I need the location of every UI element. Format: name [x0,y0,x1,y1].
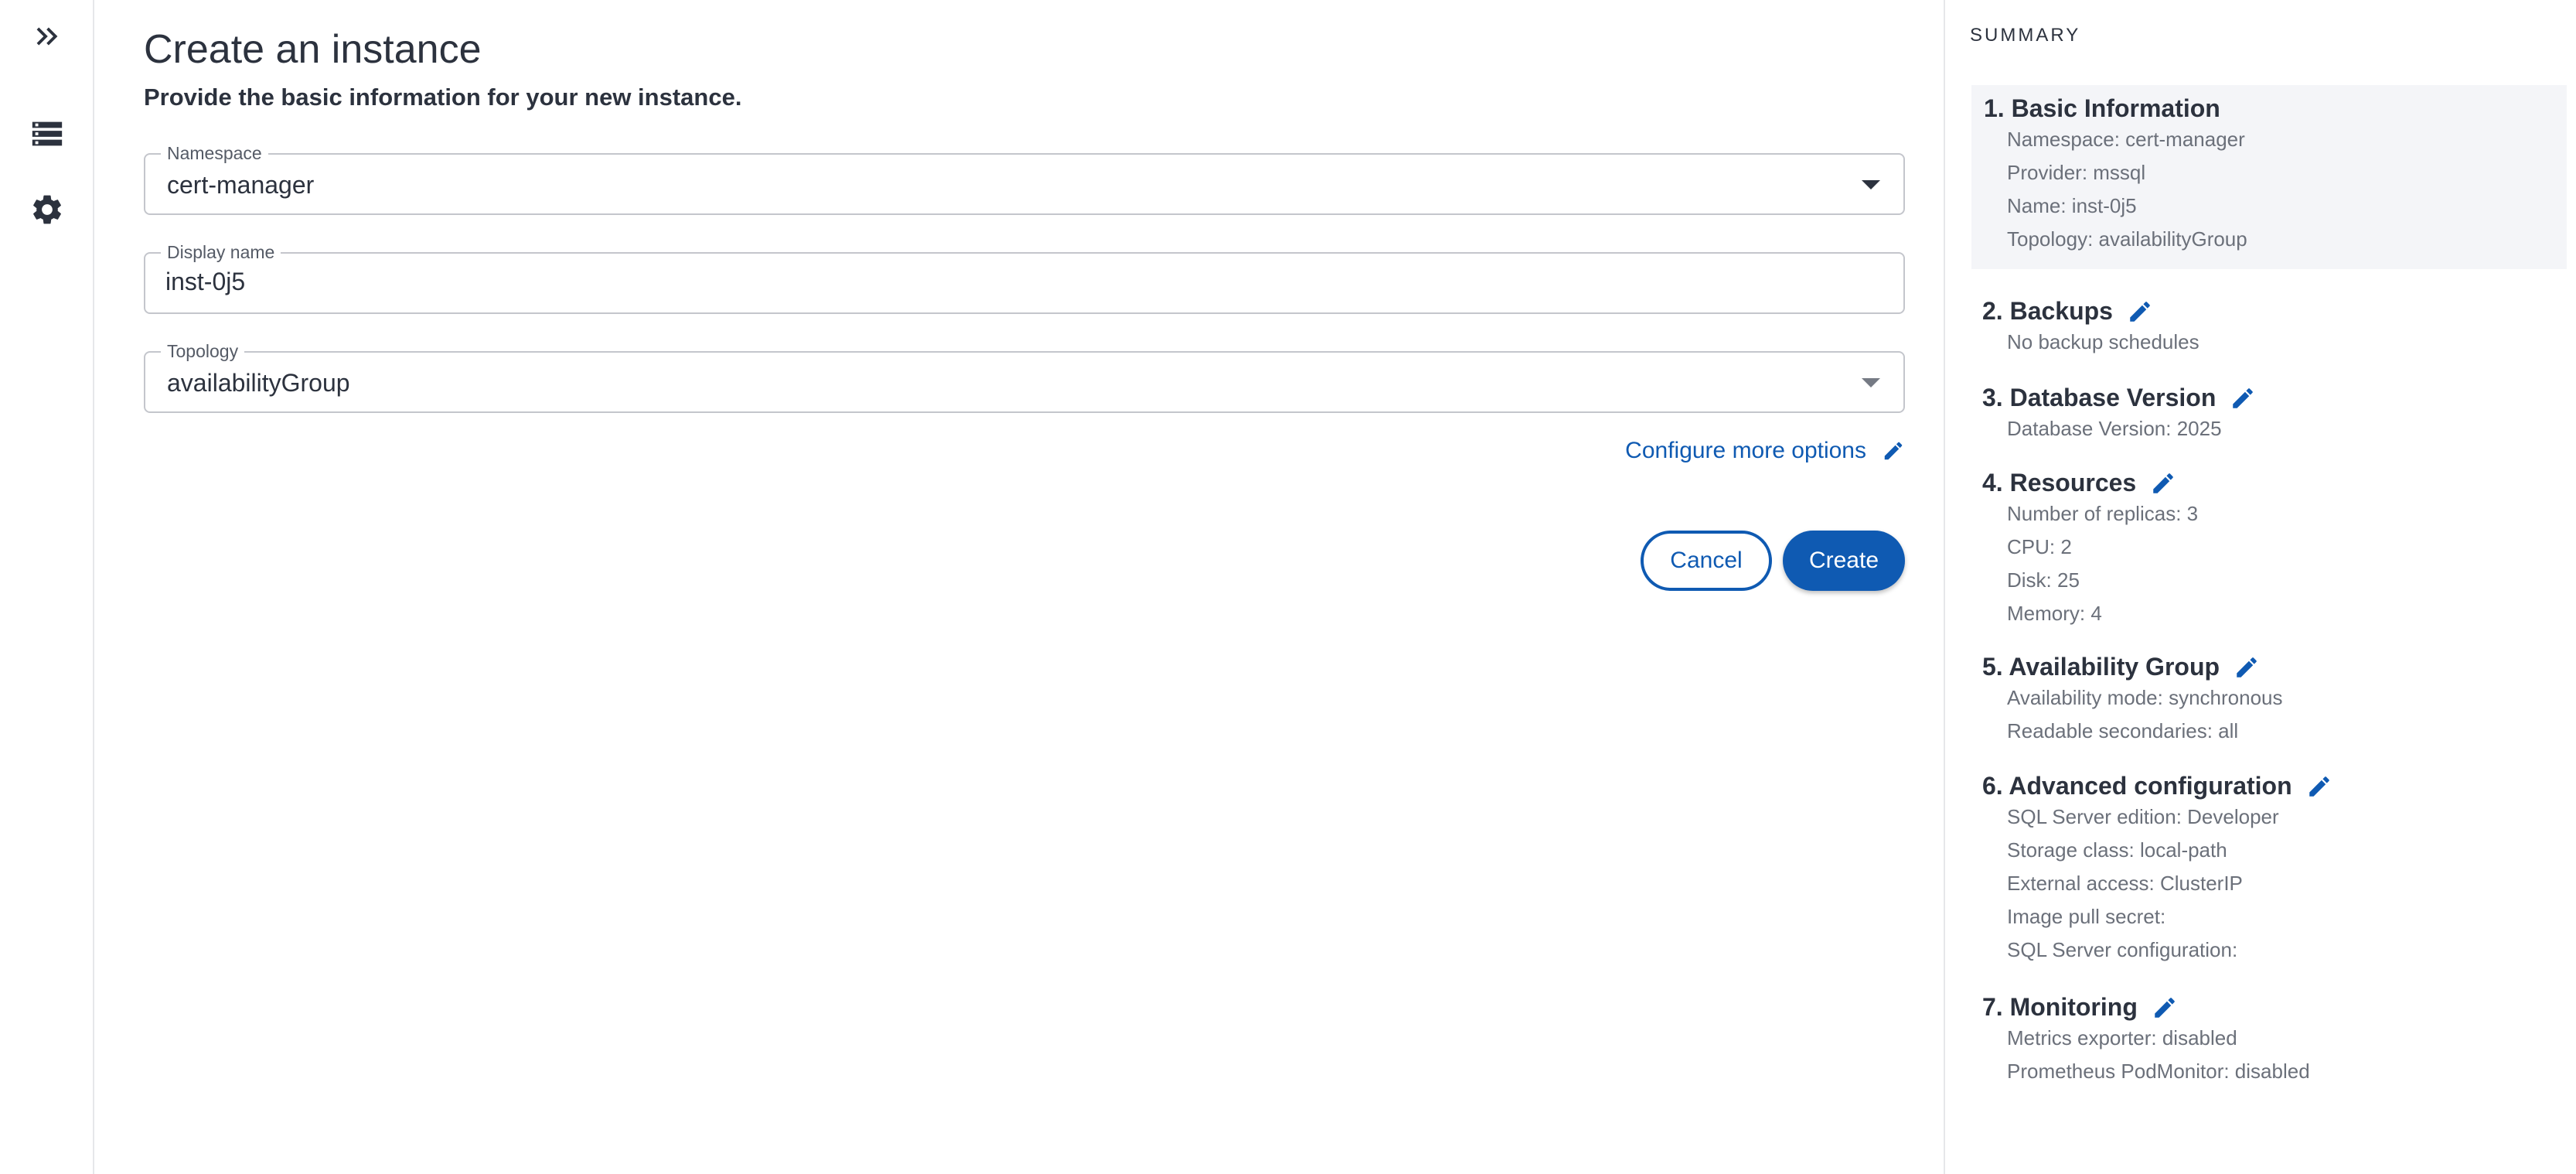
expand-rail-button[interactable] [22,11,73,62]
section-line: Database Version: 2025 [2007,417,2222,440]
section-line: Readable secondaries: all [2007,719,2239,742]
display-name-label: Display name [161,241,281,263]
section-line: CPU: 2 [2007,535,2072,558]
section-line: Number of replicas: 3 [2007,502,2199,525]
configure-more-options-label: Configure more options [1625,438,1866,463]
settings-nav-button[interactable] [22,184,73,235]
namespace-label: Namespace [161,142,268,164]
create-instance-form: Create an instance Provide the basic inf… [94,0,1944,1174]
section-title: 1. Basic Information [1984,94,2220,122]
pencil-icon [1884,442,1903,460]
section-title: 4. Resources [1982,469,2137,497]
section-line: SQL Server edition: Developer [2007,805,2279,828]
summary-section-database-version: 3. Database Version Database Version: 20… [1971,384,2567,445]
section-title: 2. Backups [1982,297,2113,325]
summary-section-resources: 4. Resources Number of replicas: 3 CPU: … [1971,469,2567,630]
display-name-field: Display name [144,241,1905,314]
pencil-icon[interactable] [2306,773,2332,800]
pencil-icon[interactable] [2150,470,2176,497]
section-title: 5. Availability Group [1982,653,2220,681]
summary-section-availability-group: 5. Availability Group Availability mode:… [1971,653,2567,748]
list-icon [32,121,63,146]
section-line: Prometheus PodMonitor: disabled [2007,1060,2310,1083]
section-line: Availability mode: synchronous [2007,686,2283,709]
topology-value: availabilityGroup [167,369,350,397]
pencil-icon[interactable] [2234,654,2260,681]
section-title: 7. Monitoring [1982,993,2138,1021]
summary-title: SUMMARY [1970,25,2081,46]
section-line: Storage class: local-path [2007,838,2227,862]
section-line: Image pull secret: [2007,905,2166,928]
section-title: 3. Database Version [1982,384,2217,411]
section-title: 6. Advanced configuration [1982,772,2292,800]
namespace-value: cert-manager [167,171,315,199]
summary-section-basic-information[interactable]: 1. Basic Information Namespace: cert-man… [1971,85,2567,269]
pencil-icon[interactable] [2152,995,2178,1021]
page-subtitle: Provide the basic information for your n… [144,84,742,111]
section-line: Topology: availabilityGroup [2007,227,2247,251]
create-button[interactable]: Create [1783,531,1905,591]
page-title: Create an instance [144,27,482,72]
section-line: SQL Server configuration: [2007,938,2238,961]
section-line: No backup schedules [2007,330,2199,353]
topology-select[interactable]: Topology availabilityGroup [144,340,1905,413]
gear-icon [33,195,61,224]
caret-down-icon [1862,378,1880,387]
section-line: Metrics exporter: disabled [2007,1026,2237,1049]
namespace-select[interactable]: Namespace cert-manager [144,142,1905,215]
summary-section-monitoring: 7. Monitoring Metrics exporter: disabled… [1971,993,2567,1088]
section-line: Namespace: cert-manager [2007,128,2245,151]
configure-more-options-link[interactable]: Configure more options [1625,438,1905,464]
display-name-input[interactable] [165,268,1866,296]
instances-nav-button[interactable] [22,108,73,159]
section-line: Disk: 25 [2007,568,2080,592]
summary-section-advanced-configuration: 6. Advanced configuration SQL Server edi… [1971,772,2567,967]
topology-label: Topology [161,340,245,362]
summary-panel: SUMMARY 1. Basic Information Namespace: … [1944,0,2576,1174]
caret-down-icon [1862,180,1880,189]
section-line: External access: ClusterIP [2007,872,2243,895]
left-rail [0,0,94,1174]
section-line: Provider: mssql [2007,161,2146,184]
section-line: Name: inst-0j5 [2007,194,2137,217]
expand-icon [36,27,58,46]
pencil-icon[interactable] [2127,299,2153,325]
summary-section-backups: 2. Backups No backup schedules [1971,297,2567,359]
section-line: Memory: 4 [2007,602,2102,625]
pencil-icon[interactable] [2230,385,2256,411]
cancel-button[interactable]: Cancel [1641,531,1772,591]
